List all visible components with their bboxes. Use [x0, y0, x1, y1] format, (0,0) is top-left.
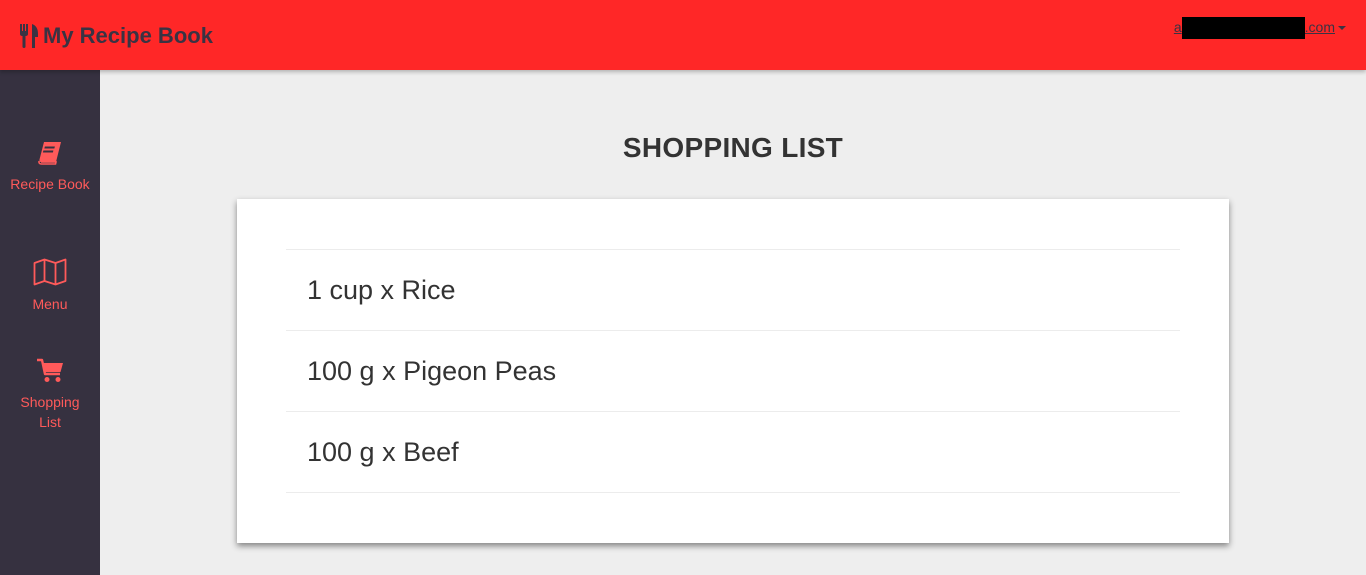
top-navbar: My Recipe Book a .com	[0, 0, 1366, 70]
shopping-list-card: 1 cup x Rice 100 g x Pigeon Peas 100 g x…	[237, 199, 1229, 543]
sidebar-item-label: Menu	[32, 296, 68, 312]
account-email: a .com	[1174, 17, 1335, 39]
list-item: 100 g x Beef	[286, 412, 1180, 493]
book-icon	[37, 140, 63, 174]
utensils-icon	[19, 24, 39, 48]
app-brand-link[interactable]: My Recipe Book	[19, 22, 213, 50]
map-icon	[33, 258, 67, 294]
page-title: SHOPPING LIST	[622, 132, 844, 163]
app-title: My Recipe Book	[43, 23, 213, 48]
cart-icon	[36, 358, 64, 392]
list-item: 100 g x Pigeon Peas	[286, 331, 1180, 412]
caret-down-icon	[1338, 26, 1346, 30]
sidebar-item-label: Recipe Book	[10, 176, 90, 192]
list-item: 1 cup x Rice	[286, 250, 1180, 331]
shopping-list: 1 cup x Rice 100 g x Pigeon Peas 100 g x…	[286, 249, 1180, 493]
main-content: SHOPPING LIST 1 cup x Rice 100 g x Pigeo…	[100, 70, 1366, 575]
sidebar-item-shopping-list[interactable]: Shopping List	[0, 358, 100, 432]
sidebar-item-label: Shopping List	[20, 394, 80, 430]
sidebar-item-menu[interactable]: Menu	[0, 258, 100, 314]
sidebar-item-recipe-book[interactable]: Recipe Book	[0, 140, 100, 194]
sidebar: Recipe Book Menu Shopping List	[0, 70, 100, 575]
redaction-bar	[1181, 17, 1305, 39]
account-dropdown[interactable]: a .com	[1174, 17, 1346, 39]
